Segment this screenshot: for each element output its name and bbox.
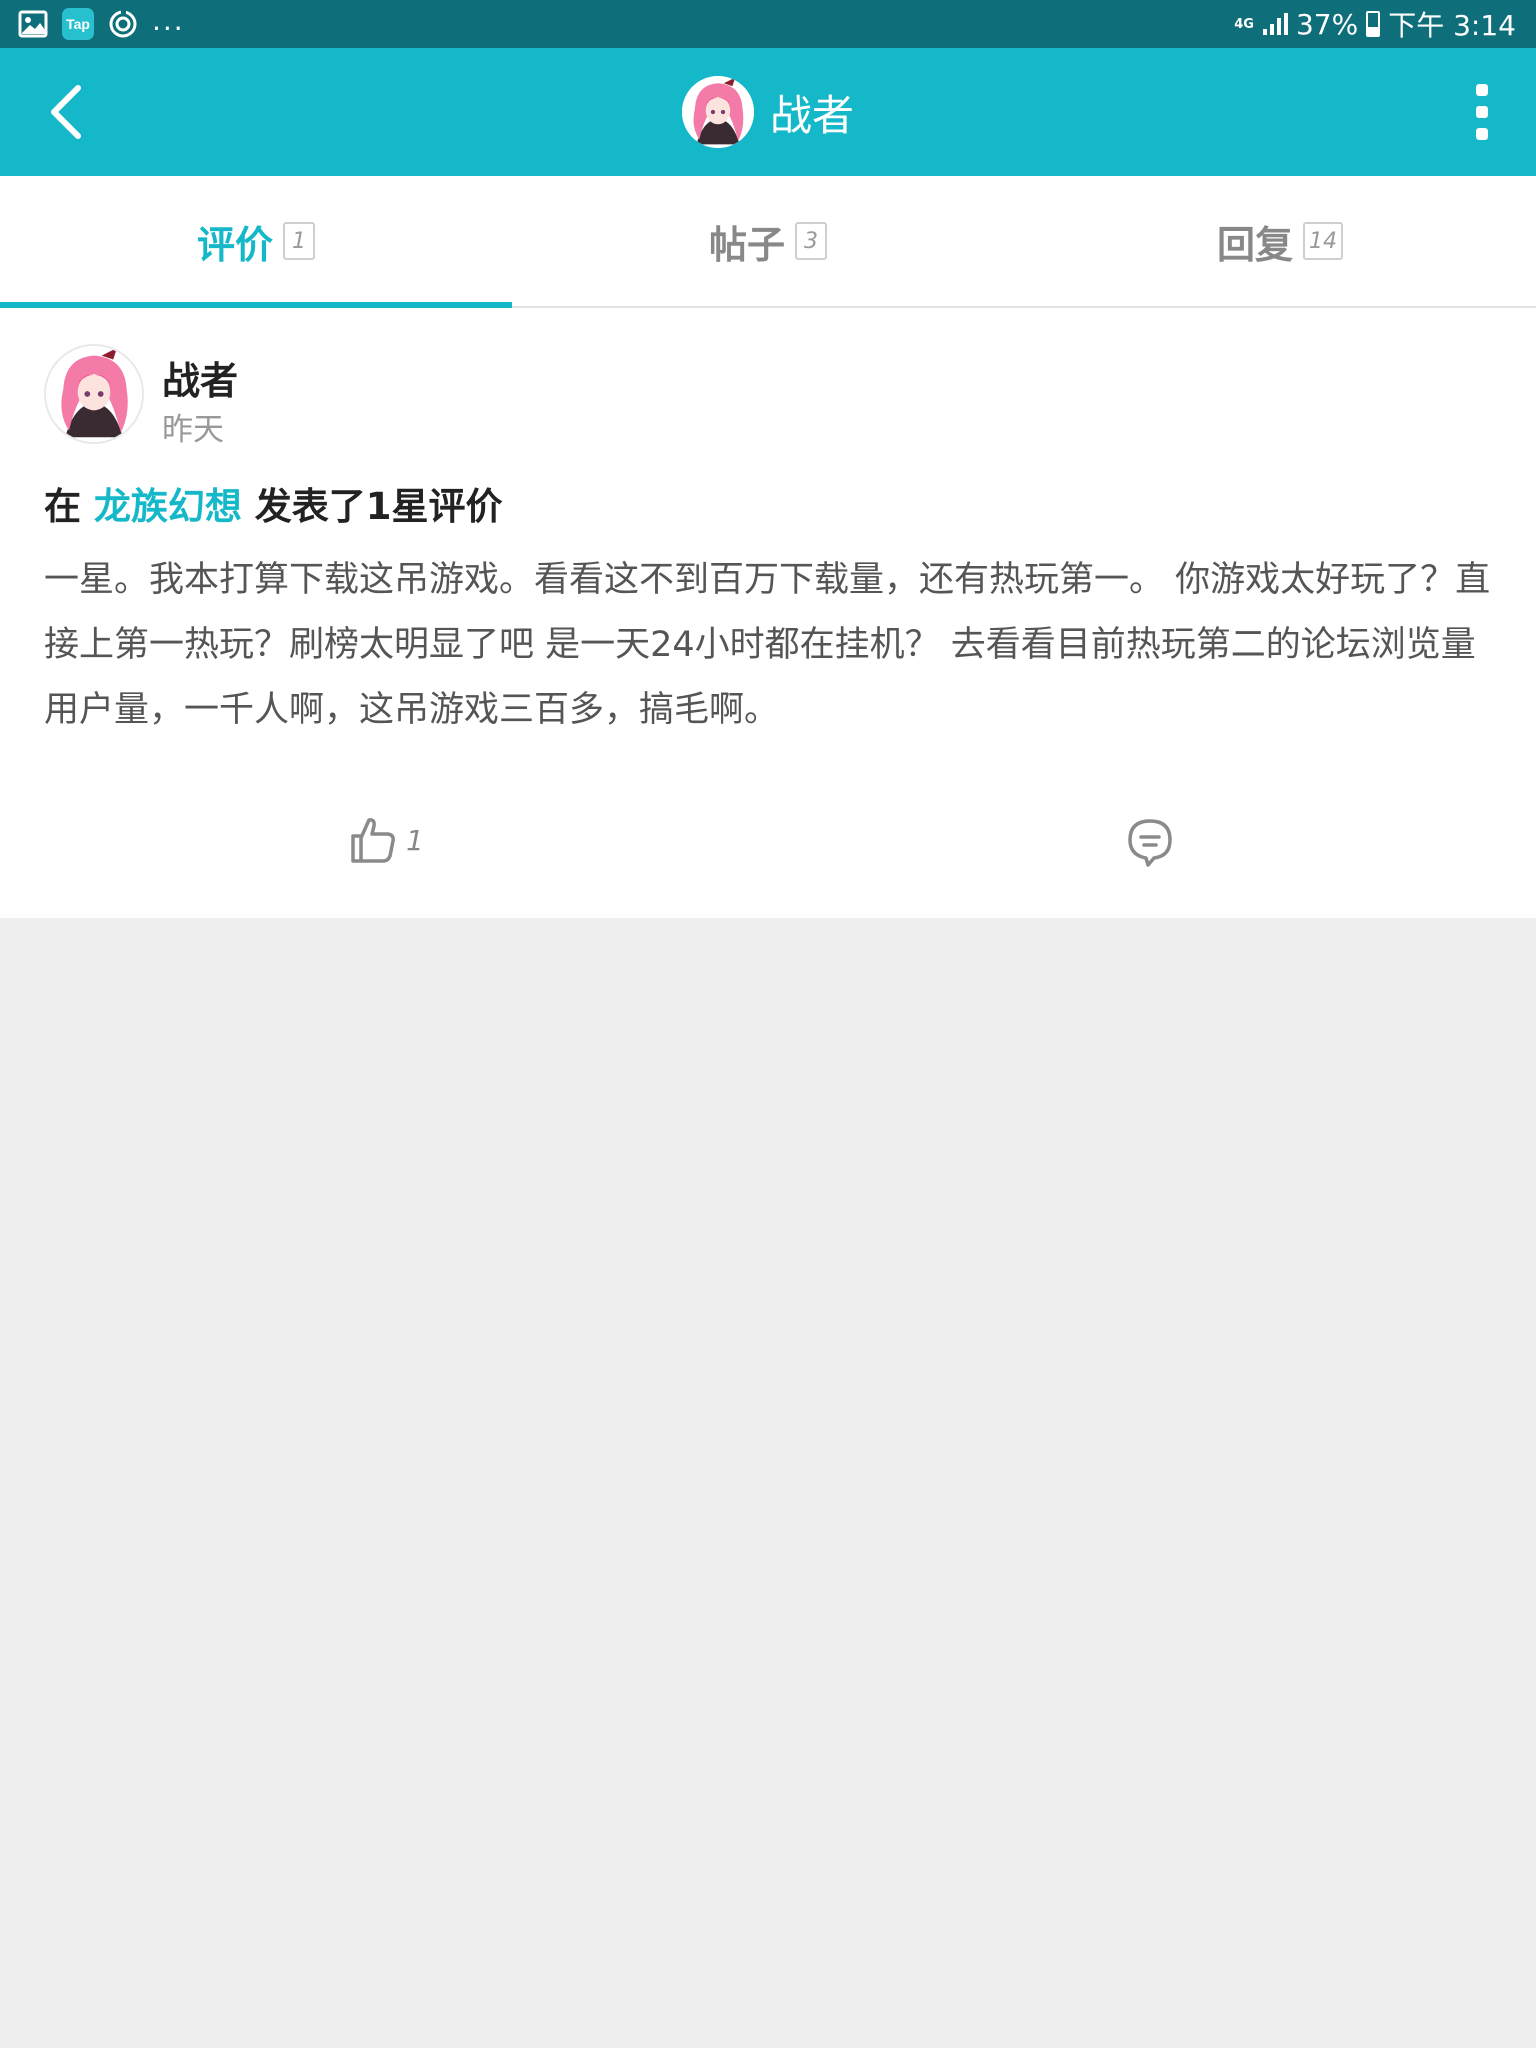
status-bar: Tap ... 4G 37% 下午 3:14 — [0, 0, 1536, 48]
like-button[interactable]: 1 — [350, 812, 424, 868]
app-bar: 战者 — [0, 48, 1536, 176]
game-link[interactable]: 龙族幻想 — [94, 485, 242, 528]
review-card: 战者 昨天 在 龙族幻想 发表了1星评价 一星。我本打算下载这吊游戏。看看这不到… — [0, 308, 1536, 918]
avatar[interactable] — [681, 76, 754, 148]
more-dot — [1476, 84, 1488, 96]
tab-reviews[interactable]: 评价 1 — [0, 176, 512, 308]
tab-count-badge: 3 — [795, 222, 827, 260]
tab-label: 评价 — [196, 222, 273, 267]
like-count: 1 — [406, 823, 424, 857]
more-dot — [1476, 106, 1488, 118]
comment-icon[interactable] — [1126, 818, 1174, 868]
tab-replies[interactable]: 回复 14 — [1024, 176, 1536, 306]
battery-percent: 37% — [1295, 7, 1359, 41]
tab-posts[interactable]: 帖子 3 — [512, 176, 1024, 306]
author-name[interactable]: 战者 — [162, 350, 238, 405]
avatar[interactable] — [44, 344, 144, 444]
network-type: 4G — [1234, 16, 1254, 32]
more-vertical-icon[interactable] — [1466, 84, 1498, 140]
battery-icon — [1366, 11, 1381, 37]
tab-label: 帖子 — [708, 222, 785, 267]
clock: 下午 3:14 — [1388, 9, 1516, 42]
more-dot — [1476, 128, 1488, 140]
signal-icon — [1262, 13, 1288, 35]
review-summary: 在 龙族幻想 发表了1星评价 — [44, 476, 503, 530]
page-title: 战者 — [769, 90, 854, 140]
review-action-prefix: 在 — [44, 485, 81, 528]
review-timestamp: 昨天 — [162, 412, 224, 448]
app-bar-profile: 战者 — [0, 74, 1536, 150]
more-notifications-indicator: ... — [152, 4, 185, 37]
thumbs-up-icon — [351, 818, 395, 863]
status-bar-system: 4G 37% 下午 3:14 — [1234, 6, 1516, 43]
status-bar-notifications: Tap ... — [18, 4, 185, 40]
image-icon — [18, 10, 48, 38]
tab-count-badge: 14 — [1303, 222, 1343, 260]
tab-bar: 评价 1 帖子 3 回复 14 — [0, 176, 1536, 308]
tab-count-badge: 1 — [283, 222, 315, 260]
sync-icon — [109, 10, 137, 38]
tap-app-icon: Tap — [62, 8, 94, 40]
review-action-suffix: 发表了1星评价 — [254, 485, 503, 528]
review-body: 一星。我本打算下载这吊游戏。看看这不到百万下载量，还有热玩第一。 你游戏太好玩了… — [44, 560, 1491, 730]
tab-label: 回复 — [1216, 222, 1293, 267]
